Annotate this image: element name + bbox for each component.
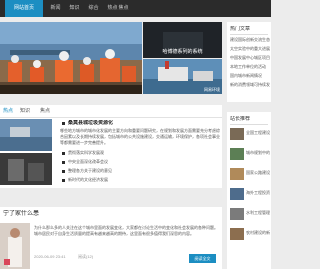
recommend-thumb[interactable] bbox=[230, 208, 244, 220]
nav-item-home[interactable]: 网站首页 bbox=[5, 0, 43, 17]
news-panel: 热点 知识 焦点 桑莫县城垃圾资源化 哪些地方城市的城市化发展的主要方向和重要问… bbox=[0, 105, 222, 188]
bridal-photo bbox=[0, 223, 30, 269]
feature-date: 2020-06-09 23:41 bbox=[34, 254, 66, 259]
news-thumb-1[interactable] bbox=[0, 119, 52, 151]
recommend-thumb[interactable] bbox=[230, 168, 244, 180]
news-headline[interactable]: 桑莫县城垃圾资源化 bbox=[68, 120, 113, 126]
hot-articles-panel: 热门文章 建设国际创新交流生态会议 太空实验中的重大进展 中国发展中心城区项目 … bbox=[227, 22, 271, 102]
news-thumb-2[interactable] bbox=[0, 153, 52, 185]
recommend-link[interactable]: 水利工程管理工作进一步推进 bbox=[246, 210, 270, 216]
divider bbox=[230, 34, 268, 35]
divider bbox=[230, 124, 268, 125]
nav-item-general[interactable]: 综合 bbox=[85, 0, 102, 17]
hero-side-top-caption: 哈博德系列的系统 bbox=[162, 49, 203, 55]
recommend-thumb[interactable] bbox=[230, 228, 244, 240]
feature-thumb[interactable] bbox=[0, 223, 30, 269]
hot-article-link[interactable]: 国内城市新闻情况 bbox=[230, 73, 270, 79]
news-photo bbox=[0, 119, 52, 151]
image-badge: 网易环境 bbox=[204, 87, 220, 92]
recommend-link[interactable]: 国家公路建设的最新动态报告 bbox=[246, 170, 270, 176]
hero-side-bottom[interactable]: 网易环境 bbox=[143, 59, 222, 94]
hot-article-link[interactable]: 中国发展中心城区项目 bbox=[230, 55, 270, 61]
recommend-panel: 站长推荐 全国工程建设领域的重大项目通报 城市规划中的绿色发展进展 国家公路建设… bbox=[227, 112, 271, 269]
recommend-link[interactable]: 城市规划中的绿色发展进展 bbox=[246, 150, 270, 156]
list-bullet bbox=[62, 170, 65, 173]
recommend-thumb[interactable] bbox=[230, 148, 244, 160]
read-more-button[interactable]: 阅读全文 bbox=[189, 254, 216, 263]
feature-title[interactable]: 宁了家什么患 bbox=[3, 210, 39, 218]
tab-knowledge[interactable]: 知识 bbox=[20, 108, 30, 115]
tab-focus[interactable]: 焦点 bbox=[40, 108, 50, 115]
harbor-photo bbox=[0, 22, 142, 94]
news-list-item[interactable]: 中央全面深化改革会议 bbox=[68, 159, 108, 165]
feature-views: 阅读(12) bbox=[78, 254, 94, 259]
recommend-link[interactable]: 全国工程建设领域的重大项目通报 bbox=[246, 130, 270, 136]
tab-hot[interactable]: 热点 bbox=[3, 108, 13, 115]
recommend-link[interactable]: 海外工程投资项目进展顺利 bbox=[246, 190, 270, 196]
hero-side-top[interactable]: 哈博德系列的系统 bbox=[143, 22, 222, 58]
news-photo bbox=[0, 153, 52, 185]
top-nav: 网站首页 新闻 知识 综合 热点 焦点 bbox=[0, 0, 271, 17]
hero-main-image[interactable] bbox=[0, 22, 142, 94]
hero-caption-bar bbox=[0, 85, 142, 94]
hot-article-link[interactable]: 太空实验中的重大进展 bbox=[230, 46, 270, 52]
feature-text: 为什么那么多的人关注在这个城市里面的发展变化，大家都在讨论生活中的变化和社会发展… bbox=[34, 225, 218, 236]
news-list-item[interactable]: 整理各方关于建设的意见 bbox=[68, 168, 112, 174]
hot-article-link[interactable]: 建设国际创新交流生态会议 bbox=[230, 37, 270, 43]
hot-articles-title: 热门文章 bbox=[230, 26, 251, 32]
recommend-thumb[interactable] bbox=[230, 128, 244, 140]
feature-article: 宁了家什么患 为什么那么多的人关注在这个城市里面的发展变化，大家都在讨论生活中的… bbox=[0, 207, 222, 269]
list-bullet bbox=[62, 161, 65, 164]
list-bullet bbox=[62, 179, 65, 182]
nav-item-news[interactable]: 新闻 bbox=[47, 0, 64, 17]
hot-article-link[interactable]: 本地工作单位的活动 bbox=[230, 64, 270, 70]
headline-marker bbox=[62, 122, 65, 125]
hot-article-link[interactable]: 新的消费领域可持续发展 bbox=[230, 82, 270, 88]
recommend-title: 站长推荐 bbox=[230, 116, 251, 122]
nav-item-focus[interactable]: 焦点 bbox=[115, 0, 132, 17]
recommend-link[interactable]: 农村建设的新成就与新经验 bbox=[246, 230, 270, 236]
nav-item-knowledge[interactable]: 知识 bbox=[66, 0, 83, 17]
news-list-item[interactable]: 新时代的文化经济发展 bbox=[68, 177, 108, 183]
list-bullet bbox=[62, 152, 65, 155]
divider bbox=[0, 117, 222, 118]
news-summary: 哪些地方城市的城市化发展的主要方向和重要问题研究，在规划和发展方面需要充分考虑综… bbox=[60, 128, 220, 145]
recommend-thumb[interactable] bbox=[230, 188, 244, 200]
news-list-item[interactable]: 贯彻落实科学发展观 bbox=[68, 150, 104, 156]
